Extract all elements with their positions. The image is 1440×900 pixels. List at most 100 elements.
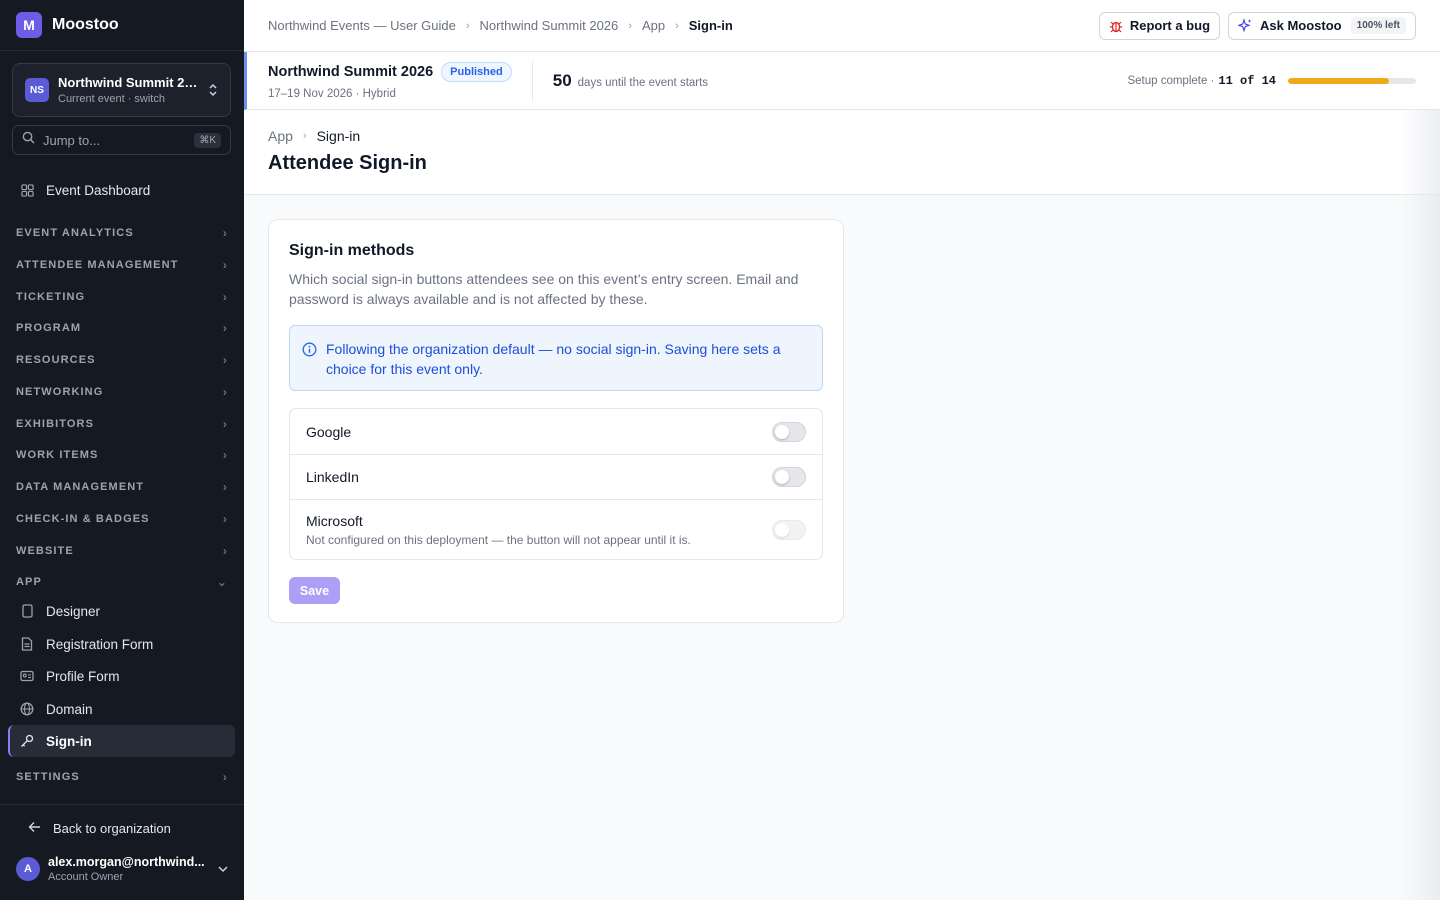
edge-shadow bbox=[1400, 110, 1440, 900]
user-email: alex.morgan@northwind... bbox=[48, 855, 205, 869]
ask-label: Ask Moostoo bbox=[1260, 18, 1342, 33]
nav-label: Event Dashboard bbox=[46, 182, 151, 198]
chevron-right-icon: › bbox=[628, 19, 632, 32]
chevron-right-icon: › bbox=[222, 770, 228, 784]
chevron-down-icon: ⌄ bbox=[216, 575, 228, 589]
breadcrumb-item[interactable]: App bbox=[642, 18, 665, 33]
report-bug-label: Report a bug bbox=[1129, 18, 1211, 33]
chevron-right-icon: › bbox=[222, 385, 228, 399]
method-row-microsoft: Microsoft Not configured on this deploym… bbox=[290, 499, 822, 559]
section-label: WORK ITEMS bbox=[16, 449, 99, 461]
grid-icon bbox=[20, 183, 34, 197]
nav-section-event-analytics[interactable]: EVENT ANALYTICS › bbox=[16, 223, 228, 243]
chevron-right-icon: › bbox=[222, 480, 228, 494]
shortcut-hint: ⌘K bbox=[194, 132, 221, 148]
nav-event-dashboard[interactable]: Event Dashboard bbox=[8, 174, 235, 206]
back-to-organization-link[interactable]: Back to organization bbox=[28, 821, 171, 836]
chevron-right-icon: › bbox=[222, 226, 228, 240]
ask-moostoo-button[interactable]: Ask Moostoo 100% left bbox=[1228, 11, 1416, 40]
chevron-right-icon: › bbox=[222, 321, 228, 335]
nav-section-ticketing[interactable]: TICKETING › bbox=[16, 287, 228, 307]
methods-list: Google LinkedIn Microsoft Not configured… bbox=[289, 408, 823, 560]
nav-section-program[interactable]: PROGRAM › bbox=[16, 318, 228, 338]
nav-label: Domain bbox=[46, 701, 93, 717]
method-note: Not configured on this deployment — the … bbox=[306, 532, 691, 547]
globe-icon bbox=[20, 702, 34, 716]
nav-label: Sign-in bbox=[46, 733, 92, 749]
id-card-icon bbox=[20, 669, 34, 683]
chevron-right-icon: › bbox=[222, 258, 228, 272]
bug-icon bbox=[1109, 19, 1123, 33]
section-label: APP bbox=[16, 576, 42, 588]
event-avatar: NS bbox=[25, 78, 49, 102]
linkedin-toggle[interactable] bbox=[772, 467, 806, 487]
breadcrumb-item[interactable]: Northwind Summit 2026 bbox=[480, 18, 619, 33]
section-label: CHECK-IN & BADGES bbox=[16, 513, 150, 525]
breadcrumb: Northwind Events — User Guide › Northwin… bbox=[268, 18, 733, 33]
report-bug-button[interactable]: Report a bug bbox=[1098, 11, 1221, 40]
days-until-count: 50 bbox=[552, 70, 572, 90]
sidebar: M Moostoo NS Northwind Summit 2… Current… bbox=[0, 0, 244, 900]
section-label: SETTINGS bbox=[16, 771, 80, 783]
event-summary-bar: Northwind Summit 2026 Published 17–19 No… bbox=[244, 52, 1440, 110]
method-name: Microsoft bbox=[306, 512, 363, 529]
section-label: EXHIBITORS bbox=[16, 418, 95, 430]
arrow-left-icon bbox=[28, 821, 41, 836]
setup-progress-fill bbox=[1288, 77, 1389, 84]
nav-item-designer[interactable]: Designer bbox=[8, 595, 235, 627]
sign-in-methods-card: Sign-in methods Which social sign-in but… bbox=[268, 219, 844, 623]
brand[interactable]: M Moostoo bbox=[0, 0, 244, 51]
quota-badge: 100% left bbox=[1350, 17, 1406, 34]
user-menu[interactable]: A alex.morgan@northwind... Account Owner bbox=[16, 855, 228, 883]
chevron-right-icon: › bbox=[302, 130, 307, 142]
section-label: RESOURCES bbox=[16, 354, 96, 366]
nav-section-settings[interactable]: SETTINGS › bbox=[16, 767, 228, 787]
nav-section-check-in-badges[interactable]: CHECK-IN & BADGES › bbox=[16, 509, 228, 529]
search-icon bbox=[22, 131, 35, 149]
jump-to-search[interactable]: Jump to... ⌘K bbox=[12, 125, 231, 155]
section-label: DATA MANAGEMENT bbox=[16, 481, 145, 493]
nav-section-website[interactable]: WEBSITE › bbox=[16, 541, 228, 561]
nav-section-networking[interactable]: NETWORKING › bbox=[16, 382, 228, 402]
setup-label: Setup complete · bbox=[1127, 74, 1215, 87]
nav-item-domain[interactable]: Domain bbox=[8, 693, 235, 725]
chevron-up-down-icon bbox=[208, 83, 218, 97]
page-header: App › Sign-in Attendee Sign-in bbox=[244, 110, 1440, 195]
section-label: TICKETING bbox=[16, 291, 86, 303]
topbar: Northwind Events — User Guide › Northwin… bbox=[244, 0, 1440, 52]
nav-section-work-items[interactable]: WORK ITEMS › bbox=[16, 445, 228, 465]
section-label: EVENT ANALYTICS bbox=[16, 227, 134, 239]
phone-icon bbox=[20, 604, 34, 618]
nav-item-registration-form[interactable]: Registration Form bbox=[8, 628, 235, 660]
nav-section-attendee-management[interactable]: ATTENDEE MANAGEMENT › bbox=[16, 255, 228, 275]
breadcrumb-item[interactable]: Northwind Events — User Guide bbox=[268, 18, 456, 33]
nav-item-sign-in[interactable]: Sign-in bbox=[8, 725, 235, 757]
divider bbox=[531, 60, 533, 101]
chevron-right-icon: › bbox=[222, 353, 228, 367]
back-label: Back to organization bbox=[53, 821, 171, 836]
event-switcher[interactable]: NS Northwind Summit 2… Current event · s… bbox=[12, 63, 231, 117]
chevron-right-icon: › bbox=[222, 448, 228, 462]
nav-section-exhibitors[interactable]: EXHIBITORS › bbox=[16, 414, 228, 434]
nav-item-profile-form[interactable]: Profile Form bbox=[8, 660, 235, 692]
chevron-right-icon: › bbox=[675, 19, 679, 32]
save-button[interactable]: Save bbox=[289, 577, 340, 604]
nav-section-resources[interactable]: RESOURCES › bbox=[16, 350, 228, 370]
status-badge: Published bbox=[441, 61, 512, 82]
card-description: Which social sign-in buttons attendees s… bbox=[289, 271, 799, 307]
method-name: LinkedIn bbox=[306, 469, 359, 485]
google-toggle[interactable] bbox=[772, 421, 806, 442]
days-until-label: days until the event starts bbox=[577, 76, 709, 89]
setup-progress[interactable]: Setup complete · 11 of 14 bbox=[1127, 74, 1416, 88]
section-label: WEBSITE bbox=[16, 545, 74, 557]
page-breadcrumb: App › Sign-in bbox=[268, 128, 1416, 144]
brand-logo: M bbox=[16, 12, 42, 38]
method-name: Google bbox=[306, 423, 352, 440]
nav-section-data-management[interactable]: DATA MANAGEMENT › bbox=[16, 477, 228, 497]
chevron-right-icon: › bbox=[222, 512, 228, 526]
chevron-right-icon: › bbox=[222, 290, 228, 304]
info-icon bbox=[302, 342, 317, 390]
nav-section-app[interactable]: APP ⌄ bbox=[16, 572, 228, 592]
page-breadcrumb-item[interactable]: App bbox=[268, 128, 293, 144]
sparkle-icon bbox=[1238, 18, 1253, 33]
